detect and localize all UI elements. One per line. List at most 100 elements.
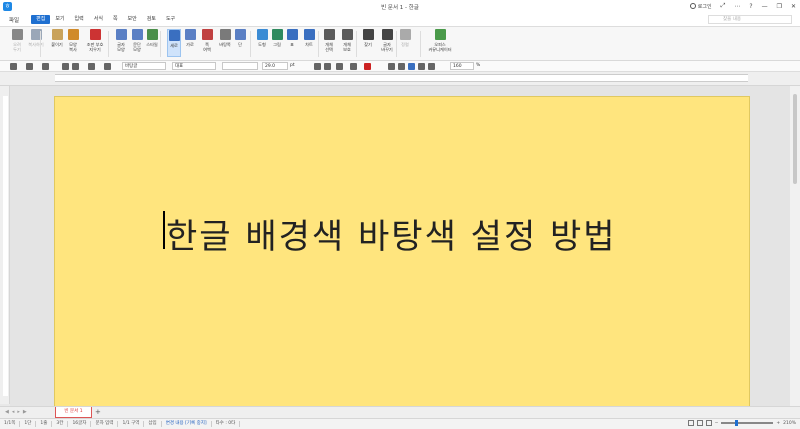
status-char-pos: 3칸	[52, 421, 69, 427]
scroll-thumb[interactable]	[793, 94, 797, 184]
paste-button[interactable]: 붙이기	[50, 29, 64, 47]
master-page-button[interactable]: 바탕쪽	[216, 29, 234, 47]
copy-button[interactable]: 복사하기	[26, 29, 46, 47]
language-select[interactable]: 대표	[172, 62, 216, 70]
table-button[interactable]: 표	[286, 29, 298, 47]
undo-icon[interactable]	[88, 63, 95, 70]
status-section: 1/1 구역	[118, 421, 145, 427]
status-input-mode[interactable]: 문자 입력	[91, 421, 119, 427]
landscape-label: 가로	[186, 42, 194, 47]
font-size-input[interactable]: 29.0	[262, 62, 288, 70]
login-button[interactable]: 로그인	[689, 3, 712, 10]
align-left-icon[interactable]	[398, 63, 405, 70]
landscape-button[interactable]: 가로	[183, 29, 197, 47]
menu-security[interactable]: 보안	[123, 15, 142, 24]
last-tab-icon[interactable]: ▶	[23, 409, 27, 415]
user-icon	[689, 3, 696, 9]
more-icon[interactable]: ⋯	[734, 3, 740, 10]
menu-format[interactable]: 서식	[89, 15, 108, 24]
tab-document-1[interactable]: 빈 문서 1	[55, 407, 92, 418]
fullscreen-icon[interactable]: ⤢	[721, 2, 726, 10]
zoom-slider[interactable]	[721, 420, 774, 426]
full-view-icon[interactable]	[705, 420, 712, 426]
select-object-button[interactable]: 개체 선택	[322, 29, 336, 52]
office-communicator-button[interactable]: 오피스 커뮤니케이터	[425, 29, 455, 52]
zoom-slider-thumb[interactable]	[735, 420, 739, 426]
portrait-label: 세로	[170, 43, 178, 48]
strike-icon[interactable]	[350, 63, 357, 70]
new-doc-icon[interactable]	[10, 63, 17, 70]
menu-page[interactable]: 쪽	[108, 15, 123, 24]
zoom-out-icon[interactable]: −	[715, 421, 719, 426]
char-shape-button[interactable]: 글자 모양	[114, 29, 128, 52]
status-char-count: 16글자	[68, 421, 92, 427]
paste-label: 붙이기	[51, 42, 63, 47]
add-tab-button[interactable]: +	[95, 408, 103, 416]
shape-icon	[256, 29, 268, 40]
close-icon[interactable]: ✕	[791, 3, 796, 10]
format-copy-button[interactable]: 모양 복사	[66, 29, 80, 52]
status-insert-mode[interactable]: 삽입	[144, 421, 162, 427]
vertical-scrollbar[interactable]	[790, 86, 800, 406]
line-spacing-input[interactable]: 160	[450, 62, 474, 70]
first-tab-icon[interactable]: ◀	[5, 409, 9, 415]
menu-view[interactable]: 보기	[50, 15, 69, 24]
print-icon[interactable]	[62, 63, 69, 70]
columns-button[interactable]: 단	[234, 29, 246, 47]
document-page[interactable]: 한글 배경색 바탕색 설정 방법	[54, 96, 750, 416]
zoom-level[interactable]: 210%	[783, 421, 796, 426]
page-margin-icon	[201, 29, 213, 40]
protect-object-button[interactable]: 개체 보호	[339, 29, 355, 52]
tab-nav-arrows[interactable]: ◀ ◂ ▸ ▶	[5, 409, 27, 415]
line-spacing-unit: %	[476, 63, 481, 68]
normal-view-icon[interactable]	[687, 420, 694, 426]
help-icon[interactable]: ?	[749, 3, 752, 10]
office-communicator-label: 오피스 커뮤니케이터	[428, 42, 452, 52]
underline-icon[interactable]	[336, 63, 343, 70]
document-body-text[interactable]: 한글 배경색 바탕색 설정 방법	[166, 209, 617, 258]
page-margin-button[interactable]: 쪽 여백	[200, 29, 214, 52]
align-distribute-icon[interactable]	[428, 63, 435, 70]
menu-review[interactable]: 검토	[142, 15, 161, 24]
search-input[interactable]: 찾을 내용	[708, 15, 792, 24]
open-icon[interactable]	[26, 63, 33, 70]
style-select[interactable]: 바탕글	[122, 62, 166, 70]
menu-tools[interactable]: 도구	[161, 15, 180, 24]
italic-icon[interactable]	[324, 63, 331, 70]
align-right-icon[interactable]	[418, 63, 425, 70]
shape-button[interactable]: 도형	[255, 29, 269, 47]
next-tab-icon[interactable]: ▸	[17, 409, 20, 415]
prev-tab-icon[interactable]: ◂	[12, 409, 15, 415]
font-select[interactable]	[222, 62, 258, 70]
text-color-icon[interactable]	[364, 63, 371, 70]
web-view-icon[interactable]	[696, 420, 703, 426]
chart-label: 차트	[305, 42, 313, 47]
horizontal-ruler[interactable]	[0, 72, 800, 86]
zoom-in-icon[interactable]: +	[776, 421, 780, 426]
clear-codes-button[interactable]: 조판 부호 지우기	[84, 29, 106, 52]
save-icon[interactable]	[42, 63, 49, 70]
para-shape-button[interactable]: 문단 모양	[130, 29, 144, 52]
portrait-button[interactable]: 세로	[167, 29, 181, 57]
chart-button[interactable]: 차트	[302, 29, 316, 47]
status-track-changes[interactable]: 변경 내용 [기록 중지]	[162, 421, 212, 427]
find-button[interactable]: 찾기	[361, 29, 375, 47]
restore-icon[interactable]: ❐	[777, 3, 782, 10]
menu-insert[interactable]: 입력	[70, 15, 89, 24]
align-center-icon[interactable]	[408, 63, 415, 70]
vertical-ruler[interactable]	[0, 86, 10, 404]
sort-button[interactable]: 정렬	[399, 29, 411, 47]
style-label: 스타일	[146, 42, 158, 47]
bold-icon[interactable]	[314, 63, 321, 70]
redo-icon[interactable]	[104, 63, 111, 70]
align-justify-icon[interactable]	[388, 63, 395, 70]
picture-button[interactable]: 그림	[270, 29, 284, 47]
cut-button[interactable]: 오려 두기	[10, 29, 24, 52]
menu-edit[interactable]: 편집	[31, 15, 51, 24]
window-title: 빈 문서 1 - 한글	[381, 5, 419, 11]
style-button[interactable]: 스타일	[144, 29, 160, 47]
minimize-icon[interactable]: —	[762, 3, 768, 10]
preview-icon[interactable]	[72, 63, 79, 70]
replace-button[interactable]: 글자 바꾸기	[379, 29, 395, 52]
menu-file[interactable]: 파일	[9, 16, 19, 24]
